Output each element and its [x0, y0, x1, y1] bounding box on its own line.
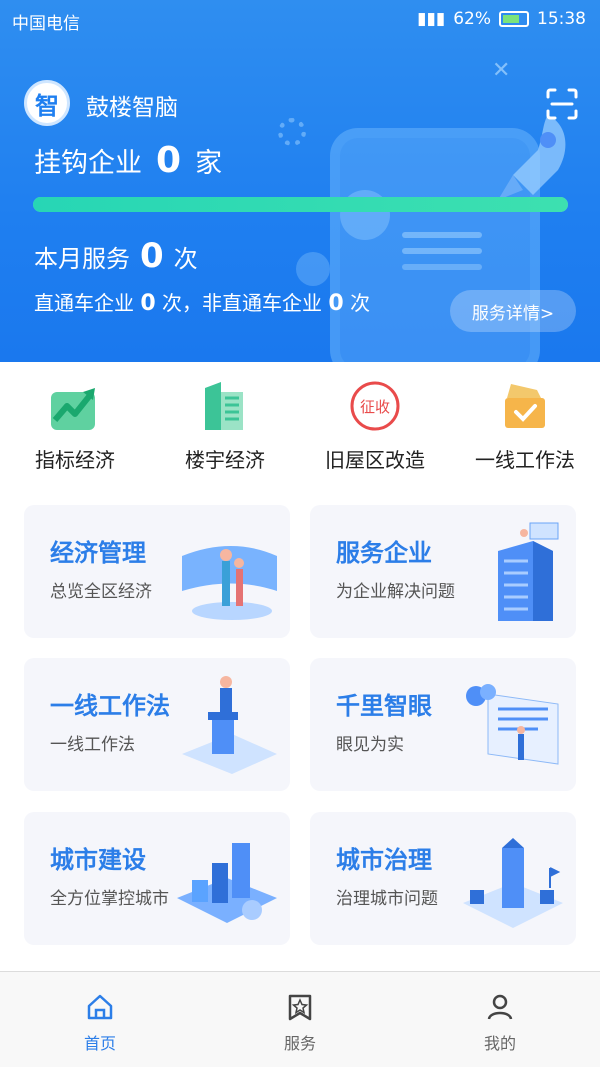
direct-unit: 次，: [162, 291, 203, 315]
progress-fill: [33, 197, 568, 212]
carrier-label: 中国电信: [12, 14, 80, 34]
gift-box-icon: [505, 384, 545, 428]
tab-home[interactable]: 首页: [0, 972, 200, 1067]
signal-icon: ▮▮▮: [417, 9, 446, 29]
monthly-label: 本月服务: [34, 245, 130, 273]
stamp-icon: 征收: [350, 381, 400, 431]
lines-decoration: [402, 232, 482, 238]
city-blocks-illustration: [177, 843, 277, 923]
tab-service-label: 服务: [283, 1034, 316, 1053]
monthly-count: 0: [140, 236, 164, 276]
tab-home-label: 首页: [83, 1034, 116, 1053]
enterprise-building-illustration: [498, 522, 559, 621]
sparkle-decoration: ✕: [492, 58, 511, 83]
quick-item-old-house-renovation[interactable]: 征收 旧屋区改造: [300, 378, 450, 478]
linked-unit: 家: [195, 148, 223, 179]
quick-item-building-economy[interactable]: 楼宇经济: [150, 378, 300, 478]
direct-label: 直通车企业: [34, 291, 134, 315]
clock: 15:38: [537, 9, 586, 29]
monthly-service: 本月服务 0 次: [34, 236, 198, 276]
home-icon: [87, 994, 113, 1020]
header-banner: ✕ 中国电信 ▮▮▮ 62% 15:38 智 鼓楼智脑 挂钩企业 0 家 本月服…: [0, 0, 600, 362]
chart-up-icon: [51, 388, 95, 430]
scan-icon[interactable]: [544, 86, 580, 122]
user-icon: [487, 994, 513, 1020]
nondirect-count: 0: [328, 291, 344, 316]
tab-mine[interactable]: 我的: [400, 972, 600, 1067]
service-breakdown: 直通车企业 0 次，非直通车企业 0 次: [34, 287, 370, 316]
app-logo: 智: [24, 80, 70, 126]
direct-count: 0: [140, 291, 156, 316]
gear-decoration: [278, 118, 306, 146]
card-city-construction[interactable]: 城市建设 全方位掌控城市: [24, 812, 290, 945]
tab-service[interactable]: 服务: [200, 972, 400, 1067]
app-name: 鼓楼智脑: [86, 95, 178, 121]
card-thousand-mile-eye[interactable]: 千里智眼 眼见为实: [310, 658, 576, 791]
economy-illustration: [182, 546, 277, 620]
linked-count: 0: [156, 140, 182, 181]
quick-item-indicator-economy[interactable]: 指标经济: [0, 378, 150, 478]
service-detail-button[interactable]: 服务详情>: [450, 290, 576, 332]
nondirect-unit: 次: [350, 291, 371, 315]
card-economic-management[interactable]: 经济管理 总览全区经济: [24, 505, 290, 638]
card-city-governance[interactable]: 城市治理 治理城市问题: [310, 812, 576, 945]
card-frontline-method[interactable]: 一线工作法 一线工作法: [24, 658, 290, 791]
quick-item-frontline-method[interactable]: 一线工作法: [450, 378, 600, 478]
monitor-screen-illustration: [466, 684, 559, 765]
city-governance-illustration: [463, 838, 563, 928]
nondirect-label: 非直通车企业: [202, 291, 323, 315]
podium-speaker-illustration: [182, 676, 277, 774]
card-service-enterprise[interactable]: 服务企业 为企业解决问题: [310, 505, 576, 638]
quick-nav: 指标经济 楼宇经济 征收 旧屋区改造 一线工作法: [0, 378, 600, 478]
linked-enterprises: 挂钩企业 0 家: [34, 140, 222, 181]
bottom-tab-bar: 首页 服务 我的: [0, 971, 600, 1067]
tab-mine-label: 我的: [483, 1034, 516, 1053]
battery-icon: [499, 11, 529, 27]
progress-bar: [33, 197, 568, 212]
monthly-unit: 次: [173, 245, 198, 273]
bookmark-star-icon: [288, 994, 312, 1021]
bubble-decoration: [296, 252, 330, 286]
status-bar: 中国电信 ▮▮▮ 62% 15:38: [0, 0, 600, 40]
svg-text:征收: 征收: [360, 398, 390, 416]
linked-label: 挂钩企业: [34, 148, 142, 179]
battery-percent: 62%: [453, 9, 491, 29]
building-icon: [205, 382, 243, 430]
